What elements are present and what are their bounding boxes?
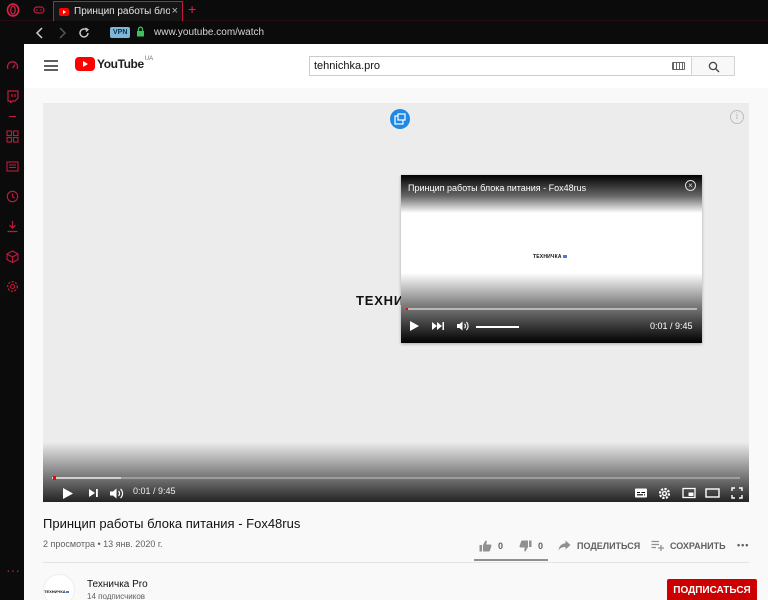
extensions-icon[interactable] [6, 250, 19, 263]
url-field[interactable]: www.youtube.com/watch [154, 27, 264, 38]
mini-play-icon[interactable] [409, 320, 420, 332]
mini-time-display: 0:01 / 9:45 [650, 321, 693, 331]
playlist-add-icon [651, 540, 664, 551]
opera-sidebar: ··· [0, 44, 24, 600]
news-icon[interactable] [6, 160, 19, 173]
mini-fast-forward-icon[interactable] [431, 320, 445, 332]
address-bar: VPN www.youtube.com/watch [24, 22, 768, 44]
avatar-logo: ТЕХНИЧКА [44, 589, 69, 594]
video-title: Принцип работы блока питания - Fox48rus [43, 516, 301, 531]
dislike-count: 0 [538, 541, 544, 551]
subscriber-count: 14 подписчиков [87, 592, 146, 600]
mini-close-icon[interactable]: × [685, 180, 696, 191]
mini-title: Принцип работы блока питания - Fox48rus [408, 183, 587, 193]
subscribe-button[interactable]: ПОДПИСАТЬСЯ [667, 579, 757, 600]
picture-in-picture-window[interactable]: Принцип работы блока питания - Fox48rus … [401, 175, 702, 343]
save-button[interactable]: СОХРАНИТЬ [651, 540, 726, 551]
mini-watermark-text: ТЕХНИЧКА [533, 254, 562, 260]
miniplayer-icon[interactable] [682, 487, 696, 499]
thumbs-up-icon [479, 540, 492, 552]
tab-close-icon[interactable]: × [172, 5, 178, 17]
video-watermark: ТЕХНИ [356, 293, 405, 308]
lock-icon[interactable] [136, 26, 145, 37]
fullscreen-icon[interactable] [731, 487, 743, 499]
menu-hamburger-icon[interactable] [44, 60, 58, 71]
downloads-icon[interactable] [6, 220, 19, 233]
youtube-logo[interactable]: YouTube UA [75, 56, 154, 71]
mini-playhead[interactable] [406, 308, 408, 310]
browser-window: Принцип работы блока питания - Fox48rus … [0, 0, 768, 600]
buffered-bar [52, 477, 121, 479]
settings-gear-icon[interactable] [6, 280, 19, 293]
channel-avatar[interactable]: ТЕХНИЧКА [43, 574, 75, 600]
like-button[interactable]: 0 [479, 540, 503, 552]
channel-name[interactable]: Техничка Pro [87, 579, 148, 590]
mini-top-gradient [401, 175, 702, 213]
like-count: 0 [498, 541, 504, 551]
play-icon[interactable] [62, 487, 74, 500]
mini-volume-slider[interactable] [476, 326, 519, 328]
mini-watermark: ТЕХНИЧКА [533, 254, 567, 260]
tab-strip: Принцип работы блока питания - Fox48rus … [0, 0, 768, 21]
country-code: UA [144, 56, 154, 62]
more-actions-button[interactable]: ••• [737, 540, 749, 550]
twitch-icon[interactable] [6, 90, 19, 103]
mini-progress-bar[interactable] [406, 308, 697, 310]
next-icon[interactable] [88, 487, 99, 499]
search-value: tehnichka.pro [314, 60, 381, 72]
volume-icon[interactable] [109, 487, 124, 500]
share-button[interactable]: ПОДЕЛИТЬСЯ [558, 540, 640, 551]
sidebar-separator [9, 116, 16, 117]
progress-playhead[interactable] [53, 476, 56, 480]
mini-volume-icon[interactable] [456, 320, 470, 332]
progress-bar[interactable] [52, 476, 740, 480]
history-icon[interactable] [6, 190, 19, 203]
keyboard-icon[interactable] [672, 62, 685, 70]
new-tab-button[interactable]: + [188, 1, 196, 17]
reload-icon[interactable] [76, 25, 92, 41]
search-input[interactable]: tehnichka.pro [309, 56, 692, 76]
time-display: 0:01 / 9:45 [133, 486, 176, 496]
youtube-wordmark: YouTube [97, 57, 144, 71]
more-actions-icon: ••• [737, 540, 750, 550]
share-icon [558, 540, 571, 551]
gx-corner-icon[interactable] [32, 3, 46, 17]
search-button[interactable] [691, 56, 735, 76]
youtube-play-icon [75, 57, 95, 71]
theater-mode-icon[interactable] [705, 487, 720, 499]
avatar-text: ТЕХНИЧКА [44, 589, 66, 594]
back-icon[interactable] [32, 25, 48, 41]
thumbs-down-icon [519, 540, 532, 552]
gx-control-icon[interactable] [6, 60, 19, 73]
opera-logo-icon[interactable] [6, 3, 20, 17]
forward-icon[interactable] [54, 25, 70, 41]
settings-icon[interactable] [658, 487, 671, 500]
sidebar-more-button[interactable]: ··· [6, 562, 20, 578]
dislike-button[interactable]: 0 [519, 540, 543, 552]
pip-detach-icon [394, 113, 406, 125]
video-meta: 2 просмотра • 13 янв. 2020 г. [43, 539, 163, 549]
tab-youtube[interactable]: Принцип работы блока питания - Fox48rus … [53, 1, 183, 21]
search-icon [708, 61, 720, 73]
speed-dial-icon[interactable] [6, 130, 19, 143]
vpn-badge[interactable]: VPN [110, 27, 131, 38]
subtitles-icon[interactable] [634, 487, 648, 499]
divider [43, 562, 749, 563]
web-content: YouTube UA tehnichka.pro i ТЕХНИ 0:01 / … [24, 44, 768, 600]
share-label: ПОДЕЛИТЬСЯ [577, 540, 641, 551]
save-label: СОХРАНИТЬ [670, 540, 726, 551]
info-icon[interactable]: i [730, 110, 744, 124]
picture-in-picture-badge[interactable] [390, 109, 410, 129]
tab-title: Принцип работы блока питания - Fox48rus [74, 6, 170, 17]
like-ratio-bar [474, 559, 548, 561]
youtube-header: YouTube UA tehnichka.pro [24, 44, 768, 88]
youtube-favicon-icon [59, 7, 69, 16]
